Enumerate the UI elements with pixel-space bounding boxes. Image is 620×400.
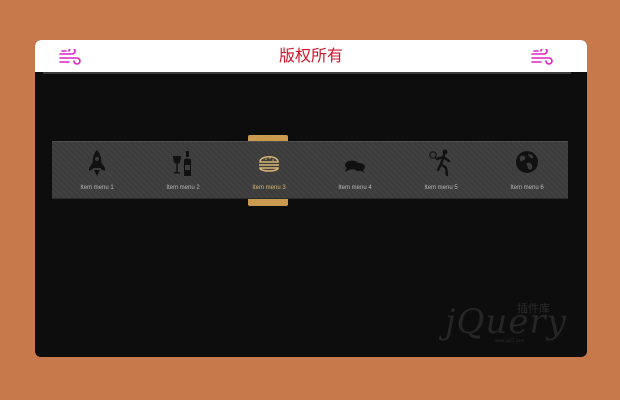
menu-item-5[interactable]: Item menu 5 [398,142,484,198]
menu-item-1[interactable]: Item menu 1 [54,142,140,198]
rocket-icon [89,150,105,176]
menu-item-label: Item menu 2 [166,185,200,191]
watermark-url: www.jq22.com [495,338,525,343]
icon-menu: Item menu 1 Item menu 2 Item menu 3 Item… [52,141,568,199]
divider [43,72,571,74]
chat-icon [345,160,365,173]
menu-item-label: Item menu 4 [338,185,372,191]
header-bar: 版权所有 [35,40,587,72]
wine-icon [173,151,191,176]
wind-icon [531,49,553,65]
tennis-icon [429,149,451,177]
menu-item-label: Item menu 1 [80,185,114,191]
demo-frame: 版权所有 Item menu 1 Item menu 2 Item menu 3… [35,40,587,357]
menu-item-label: Item menu 6 [510,185,544,191]
active-indicator-bottom [248,194,288,206]
menu-item-6[interactable]: Item menu 6 [484,142,570,198]
burger-icon [259,155,279,172]
menu-item-label: Item menu 5 [424,185,458,191]
page-title: 版权所有 [278,46,343,65]
globe-icon [516,151,538,173]
menu-item-2[interactable]: Item menu 2 [140,142,226,198]
menu-item-3[interactable]: Item menu 3 [226,142,312,198]
menu-item-label: Item menu 3 [252,185,286,191]
menu-item-4[interactable]: Item menu 4 [312,142,398,198]
watermark-logo: jQuery 插件库 www.jq22.com [445,298,575,348]
watermark-subtitle: 插件库 [517,302,550,315]
